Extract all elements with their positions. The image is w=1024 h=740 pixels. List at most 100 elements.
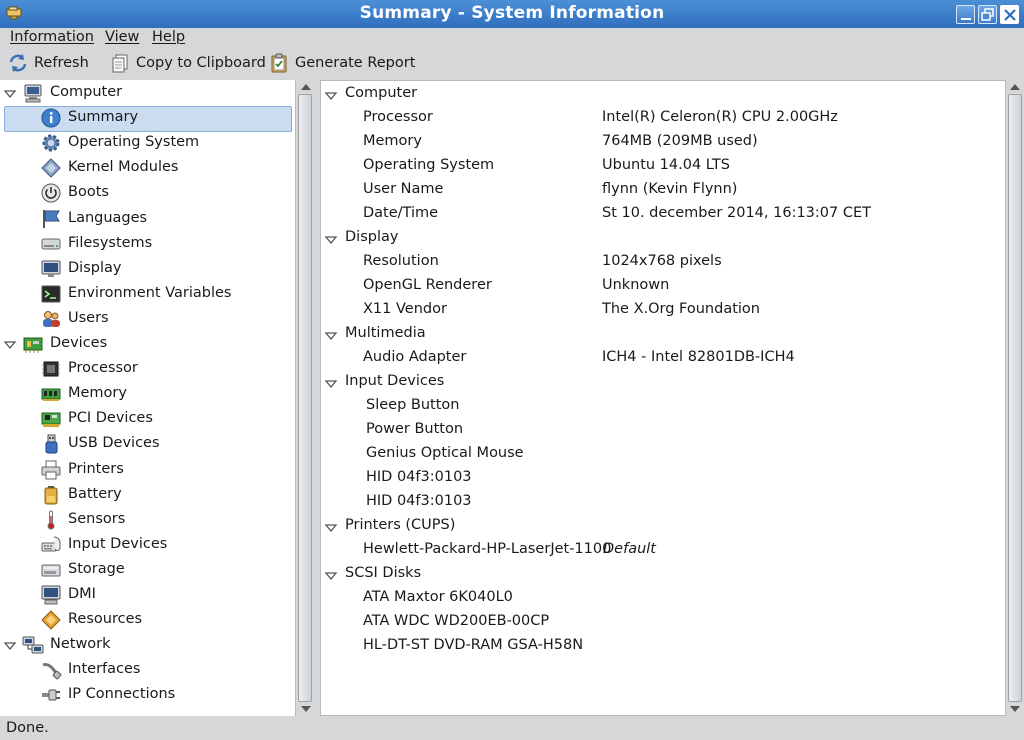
tree-item-operating-system[interactable]: Operating System [0, 131, 295, 156]
tree-item-kernel-modules[interactable]: Kernel Modules [0, 156, 295, 181]
tree-item-boots[interactable]: Boots [0, 181, 295, 206]
tree-item-sensors[interactable]: Sensors [0, 508, 295, 533]
details-property-row[interactable]: Hewlett-Packard-HP-LaserJet-1100 Default [321, 539, 1005, 563]
tree-item-users[interactable]: Users [0, 307, 295, 332]
storage-icon [41, 564, 61, 577]
tree-item-usb-devices[interactable]: USB Devices [0, 432, 295, 457]
tree-item-languages[interactable]: Languages [0, 207, 295, 232]
memory-icon [41, 388, 61, 402]
details-property-row[interactable]: Processor Intel(R) Celeron(R) CPU 2.00GHz [321, 107, 1005, 131]
tree-item-label: Languages [68, 209, 148, 226]
details-property-row[interactable]: Audio Adapter ICH4 - Intel 82801DB-ICH4 [321, 347, 1005, 371]
details-section-header[interactable]: Computer [321, 83, 1005, 107]
resources-icon [41, 610, 61, 630]
menu-view[interactable]: View [105, 29, 139, 45]
details-section-header[interactable]: Printers (CUPS) [321, 515, 1005, 539]
details-property-row[interactable]: Operating System Ubuntu 14.04 LTS [321, 155, 1005, 179]
expander-arrow-icon[interactable] [4, 89, 16, 99]
tree-item-interfaces[interactable]: Interfaces [0, 658, 295, 683]
property-key: Memory [363, 133, 422, 149]
tree-item-resources[interactable]: Resources [0, 608, 295, 633]
expander-arrow-icon[interactable] [4, 340, 16, 350]
tree-item-label: Display [68, 259, 122, 276]
expander-arrow-icon[interactable] [325, 523, 337, 533]
tree-item-devices[interactable]: Devices [0, 332, 295, 357]
menu-information[interactable]: Information [10, 29, 94, 45]
expander-arrow-icon[interactable] [325, 91, 337, 101]
scroll-down-arrow-icon[interactable] [1010, 706, 1020, 712]
tree-item-environment-variables[interactable]: Environment Variables [0, 282, 295, 307]
title-bar[interactable]: Summary - System Information [0, 0, 1024, 28]
menu-help[interactable]: Help [152, 29, 185, 45]
tree-item-storage[interactable]: Storage [0, 558, 295, 583]
expander-arrow-icon[interactable] [325, 379, 337, 389]
section-label: Display [345, 229, 399, 245]
expander-arrow-icon[interactable] [4, 641, 16, 651]
tree-item-filesystems[interactable]: Filesystems [0, 232, 295, 257]
scroll-up-arrow-icon[interactable] [301, 84, 311, 90]
details-property-row[interactable]: Date/Time St 10. december 2014, 16:13:07 … [321, 203, 1005, 227]
details-scroll-thumb[interactable] [1008, 94, 1022, 702]
tree-item-memory[interactable]: Memory [0, 382, 295, 407]
tree-item-display[interactable]: Display [0, 257, 295, 282]
network-icon [22, 636, 44, 654]
section-label: Printers (CUPS) [345, 517, 456, 533]
copy-to-clipboard-button[interactable]: Copy to Clipboard [110, 51, 266, 75]
minimize-icon [961, 18, 971, 20]
tree-item-label: Summary [68, 109, 139, 126]
tree-item-battery[interactable]: Battery [0, 483, 295, 508]
devices-icon [23, 337, 43, 353]
details-property-row[interactable]: User Name flynn (Kevin Flynn) [321, 179, 1005, 203]
refresh-button[interactable]: Refresh [8, 51, 89, 75]
minimize-button[interactable] [956, 5, 975, 24]
tree-item-label: Kernel Modules [68, 159, 179, 176]
details-item-row[interactable]: HID 04f3:0103 [321, 491, 1005, 515]
monitor-icon [41, 260, 61, 277]
details-property-row[interactable]: Resolution 1024x768 pixels [321, 251, 1005, 275]
copy-label: Copy to Clipboard [136, 55, 266, 71]
details-property-row[interactable]: ATA Maxtor 6K040L0 [321, 587, 1005, 611]
details-item-row[interactable]: Genius Optical Mouse [321, 443, 1005, 467]
tree-item-processor[interactable]: Processor [0, 357, 295, 382]
tree-item-dmi[interactable]: DMI [0, 583, 295, 608]
details-section-header[interactable]: SCSI Disks [321, 563, 1005, 587]
tree-item-summary[interactable]: Summary [0, 106, 295, 133]
scroll-up-arrow-icon[interactable] [1010, 84, 1020, 90]
details-property-row[interactable]: OpenGL Renderer Unknown [321, 275, 1005, 299]
scroll-down-arrow-icon[interactable] [301, 706, 311, 712]
generate-report-button[interactable]: Generate Report [269, 51, 415, 75]
details-property-row[interactable]: X11 Vendor The X.Org Foundation [321, 299, 1005, 323]
tree-item-label: Resources [68, 611, 143, 628]
plug-icon [42, 689, 60, 701]
expander-arrow-icon[interactable] [325, 571, 337, 581]
details-property-row[interactable]: HL-DT-ST DVD-RAM GSA-H58N [321, 635, 1005, 659]
tree-item-label: Interfaces [68, 661, 141, 678]
tree-item-ip-connections[interactable]: IP Connections [0, 683, 295, 708]
details-section-header[interactable]: Multimedia [321, 323, 1005, 347]
close-button[interactable] [1000, 5, 1019, 24]
details-section-header[interactable]: Input Devices [321, 371, 1005, 395]
tree-item-input-devices[interactable]: Input Devices [0, 533, 295, 558]
expander-arrow-icon[interactable] [325, 235, 337, 245]
tree-item-network[interactable]: Network [0, 633, 295, 658]
tree-scroll-thumb[interactable] [298, 94, 312, 702]
tree-item-computer[interactable]: Computer [0, 81, 295, 106]
details-section-header[interactable]: Display [321, 227, 1005, 251]
details-item-row[interactable]: HID 04f3:0103 [321, 467, 1005, 491]
tree-scrollbar[interactable] [296, 80, 316, 716]
details-property-row[interactable]: ATA WDC WD200EB-00CP [321, 611, 1005, 635]
details-item-row[interactable]: Power Button [321, 419, 1005, 443]
details-item-row[interactable]: Sleep Button [321, 395, 1005, 419]
details-property-row[interactable]: Memory 764MB (209MB used) [321, 131, 1005, 155]
property-key: Audio Adapter [363, 349, 467, 365]
category-tree[interactable]: Computer Summary Operating System Kernel Mo… [0, 80, 296, 716]
tree-item-printers[interactable]: Printers [0, 458, 295, 483]
tree-item-pci-devices[interactable]: PCI Devices [0, 407, 295, 432]
details-scrollbar[interactable] [1006, 80, 1024, 716]
copy-icon [112, 54, 128, 73]
toolbar: Refresh Copy to Clipboard Generate Repor… [0, 48, 1024, 78]
cpu-icon [42, 361, 60, 377]
maximize-button[interactable] [978, 5, 997, 24]
expander-arrow-icon[interactable] [325, 331, 337, 341]
thermometer-icon [47, 510, 55, 530]
